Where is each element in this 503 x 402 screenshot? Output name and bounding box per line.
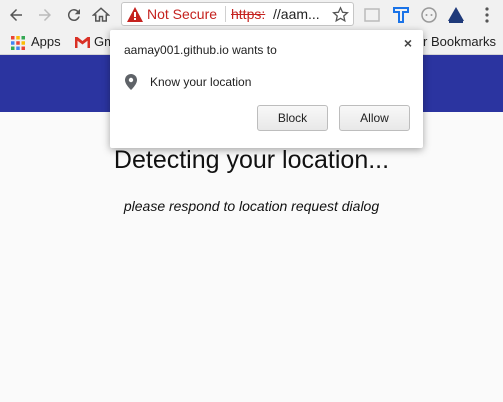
back-arrow-icon[interactable] xyxy=(6,5,26,25)
bookmark-apps[interactable]: Apps xyxy=(31,34,61,49)
browser-toolbar: Not Secure https: //aam... xyxy=(0,0,503,30)
home-icon[interactable] xyxy=(91,5,111,25)
bookmark-other[interactable]: r Bookmarks xyxy=(423,34,496,49)
reload-icon[interactable] xyxy=(64,5,84,25)
block-button[interactable]: Block xyxy=(257,105,328,131)
gmail-icon[interactable] xyxy=(75,37,90,48)
allow-button[interactable]: Allow xyxy=(339,105,410,131)
apps-grid-icon[interactable] xyxy=(11,36,25,50)
page-heading: Detecting your location... xyxy=(113,146,390,174)
extension-t-icon[interactable] xyxy=(392,6,410,24)
not-secure-label[interactable]: Not Secure xyxy=(147,6,217,22)
bookmark-star-icon[interactable] xyxy=(332,6,349,23)
warning-triangle-icon[interactable] xyxy=(127,7,143,22)
location-pin-icon xyxy=(125,74,137,90)
extension-triangle-icon[interactable] xyxy=(447,6,465,24)
permission-label: Know your location xyxy=(150,75,252,89)
menu-dots-icon[interactable] xyxy=(478,6,496,24)
extension-circle-icon[interactable] xyxy=(420,6,438,24)
extension-blank-icon[interactable] xyxy=(363,6,381,24)
forward-arrow-icon[interactable] xyxy=(35,5,55,25)
close-icon[interactable]: × xyxy=(401,36,415,50)
location-permission-dialog: aamay001.github.io wants to × Know your … xyxy=(110,30,423,148)
url-scheme: https: xyxy=(231,6,266,22)
dialog-title: aamay001.github.io wants to xyxy=(124,43,277,57)
address-bar[interactable]: Not Secure https: //aam... xyxy=(121,2,354,26)
url-text: //aam... xyxy=(273,6,320,22)
page-subtext: please respond to location request dialo… xyxy=(123,198,380,214)
omnibox-separator xyxy=(225,6,226,22)
